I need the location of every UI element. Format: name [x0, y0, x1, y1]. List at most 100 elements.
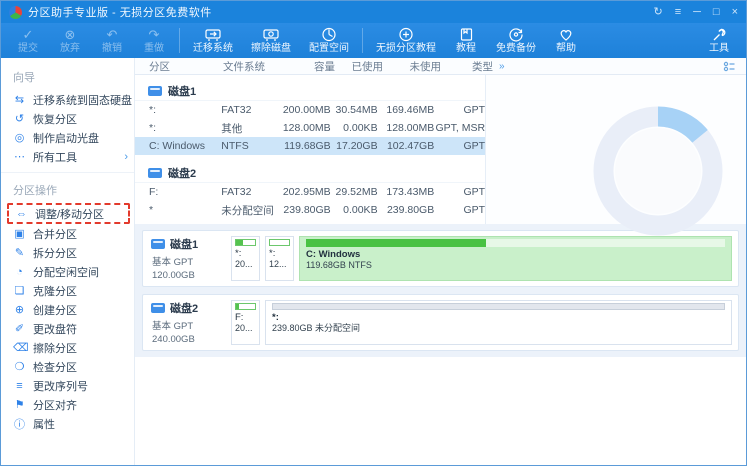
- tools-button[interactable]: 工具: [698, 23, 740, 58]
- help-label: 帮助: [556, 44, 576, 54]
- discard-button[interactable]: ⊗ 放弃: [49, 23, 91, 58]
- disk-icon: [151, 303, 165, 313]
- sidebar-item-wipe-partition[interactable]: ⌫ 擦除分区: [1, 338, 134, 357]
- column-partition[interactable]: 分区: [135, 59, 223, 74]
- undo-button[interactable]: ↶ 撤销: [91, 23, 133, 58]
- migrate-os-button[interactable]: 迁移系统: [184, 23, 242, 58]
- partition-tutorial-button[interactable]: 无损分区教程: [367, 23, 445, 58]
- cell-unused: 239.80GB: [378, 204, 435, 216]
- sidebar-item-resize-move-partition[interactable]: ⇔ 调整/移动分区: [7, 203, 130, 224]
- app-window: 分区助手专业版 - 无损分区免费软件 ↻ ≡ ─ □ × ✓ 提交 ⊗ 放弃 ↶…: [0, 0, 747, 466]
- cell-partition: *:: [135, 122, 221, 134]
- app-logo-icon: [9, 6, 22, 19]
- column-type[interactable]: 类型: [441, 59, 493, 74]
- sidebar-item-recover-partition[interactable]: ↺ 恢复分区: [1, 109, 134, 128]
- sidebar-item-split-partition[interactable]: ✎ 拆分分区: [1, 243, 134, 262]
- merge-partitions-icon: ▣: [13, 227, 26, 240]
- window-title: 分区助手专业版 - 无损分区免费软件: [28, 4, 212, 20]
- unallocated-block[interactable]: *: 239.80GB 未分配空间: [265, 300, 732, 345]
- sidebar-item-label: 调整/移动分区: [35, 206, 104, 222]
- partition-block[interactable]: F: 20...: [231, 300, 260, 345]
- tutorial-button[interactable]: 教程: [445, 23, 487, 58]
- commit-button[interactable]: ✓ 提交: [7, 23, 49, 58]
- cell-unused: 173.43MB: [378, 186, 435, 198]
- column-used[interactable]: 已使用: [335, 59, 383, 74]
- disk-icon: [148, 168, 162, 178]
- allocate-space-button[interactable]: 配置空间: [300, 23, 358, 58]
- table-row[interactable]: * 未分配空间 239.80GB 0.00KB 239.80GB GPT: [135, 201, 485, 219]
- column-filesystem[interactable]: 文件系统: [223, 59, 279, 74]
- partition-block-selected[interactable]: C: Windows 119.68GB NTFS: [299, 236, 732, 281]
- column-capacity[interactable]: 容量: [279, 59, 335, 74]
- sidebar-item-change-drive-letter[interactable]: ✐ 更改盘符: [1, 319, 134, 338]
- sidebar-item-bootable-media[interactable]: ◎ 制作启动光盘: [1, 128, 134, 147]
- properties-info-icon: ⓘ: [13, 416, 26, 432]
- sidebar-item-change-serial-number[interactable]: ≡ 更改序列号: [1, 376, 134, 395]
- sidebar-item-label: 更改序列号: [33, 378, 88, 394]
- change-drive-letter-icon: ✐: [13, 322, 26, 335]
- partition-label: *:: [269, 248, 290, 259]
- sidebar-item-migrate-to-ssd[interactable]: ⇆ 迁移系统到固态硬盘: [1, 90, 134, 109]
- disk1-group-row[interactable]: 磁盘1: [135, 81, 485, 101]
- disk2-label[interactable]: 磁盘2 基本 GPT 240.00GB: [149, 300, 225, 345]
- minimize-icon[interactable]: ─: [693, 7, 701, 18]
- chevron-right-icon: ›: [124, 151, 128, 163]
- partition-alignment-icon: ⚑: [13, 398, 26, 411]
- disk2-group-row[interactable]: 磁盘2: [135, 163, 485, 183]
- cell-unused: 128.00MB: [378, 122, 435, 134]
- sidebar-item-label: 迁移系统到固态硬盘: [33, 92, 132, 108]
- cell-capacity: 239.80GB: [276, 204, 331, 216]
- disk-kind: 基本 GPT: [151, 254, 225, 268]
- cell-fs: 未分配空间: [221, 203, 276, 218]
- disk2-name: 磁盘2: [168, 165, 196, 181]
- cell-partition: F:: [135, 186, 221, 198]
- refresh-icon[interactable]: ↻: [653, 7, 662, 18]
- partition-block[interactable]: *: 12...: [265, 236, 294, 281]
- sidebar-item-clone-partition[interactable]: ❏ 克隆分区: [1, 281, 134, 300]
- columns-expand-icon[interactable]: »: [499, 61, 503, 72]
- redo-button[interactable]: ↷ 重做: [133, 23, 175, 58]
- sidebar-item-merge-partitions[interactable]: ▣ 合并分区: [1, 224, 134, 243]
- migrate-os-label: 迁移系统: [193, 44, 233, 54]
- sidebar-item-allocate-free-space[interactable]: ◔ 分配空闲空间: [1, 262, 134, 281]
- table-row[interactable]: *: 其他 128.00MB 0.00KB 128.00MB GPT, MSR: [135, 119, 485, 137]
- discard-icon: ⊗: [65, 27, 76, 42]
- column-unused[interactable]: 未使用: [383, 59, 441, 74]
- sidebar-item-create-partition[interactable]: ⊕ 创建分区: [1, 300, 134, 319]
- migrate-ssd-icon: ⇆: [13, 93, 26, 106]
- partition-label: C: Windows: [306, 249, 725, 260]
- panel-legend-icon[interactable]: [723, 61, 736, 72]
- cell-used: 0.00KB: [331, 204, 378, 216]
- undo-icon: ↶: [107, 27, 118, 42]
- cell-unused: 169.46MB: [378, 104, 435, 116]
- cell-used: 30.54MB: [331, 104, 378, 116]
- sidebar-item-label: 分区对齐: [33, 397, 77, 413]
- maximize-icon[interactable]: □: [713, 7, 720, 18]
- free-backup-button[interactable]: 免费备份: [487, 23, 545, 58]
- free-backup-icon: [508, 27, 524, 42]
- table-row[interactable]: *: FAT32 200.00MB 30.54MB 169.46MB GPT: [135, 101, 485, 119]
- help-button[interactable]: 帮助: [545, 23, 587, 58]
- recover-partition-icon: ↺: [13, 112, 26, 125]
- cell-fs: FAT32: [221, 186, 276, 198]
- table-row[interactable]: F: FAT32 202.95MB 29.52MB 173.43MB GPT: [135, 183, 485, 201]
- redo-icon: ↷: [149, 27, 160, 42]
- wipe-partition-icon: ⌫: [13, 341, 26, 354]
- close-icon[interactable]: ×: [732, 7, 738, 18]
- menu-icon[interactable]: ≡: [675, 7, 681, 18]
- sidebar-item-partition-alignment[interactable]: ⚑ 分区对齐: [1, 395, 134, 414]
- disk1-label[interactable]: 磁盘1 基本 GPT 120.00GB: [149, 236, 225, 281]
- cell-type: GPT: [434, 204, 485, 216]
- sidebar-item-all-tools[interactable]: ⋯ 所有工具 ›: [1, 147, 134, 166]
- sidebar-item-label: 克隆分区: [33, 283, 77, 299]
- sidebar-item-properties[interactable]: ⓘ 属性: [1, 414, 134, 433]
- cell-fs: NTFS: [221, 140, 276, 152]
- sidebar-item-check-partition[interactable]: ❍ 检查分区: [1, 357, 134, 376]
- tools-wrench-icon: [711, 27, 727, 42]
- tools-label: 工具: [709, 44, 729, 54]
- help-heart-icon: [558, 27, 574, 42]
- partition-block[interactable]: *: 20...: [231, 236, 260, 281]
- wipe-disk-button[interactable]: 擦除磁盘: [242, 23, 300, 58]
- partition-size: 20...: [235, 323, 256, 334]
- table-row-selected[interactable]: C: Windows NTFS 119.68GB 17.20GB 102.47G…: [135, 137, 485, 155]
